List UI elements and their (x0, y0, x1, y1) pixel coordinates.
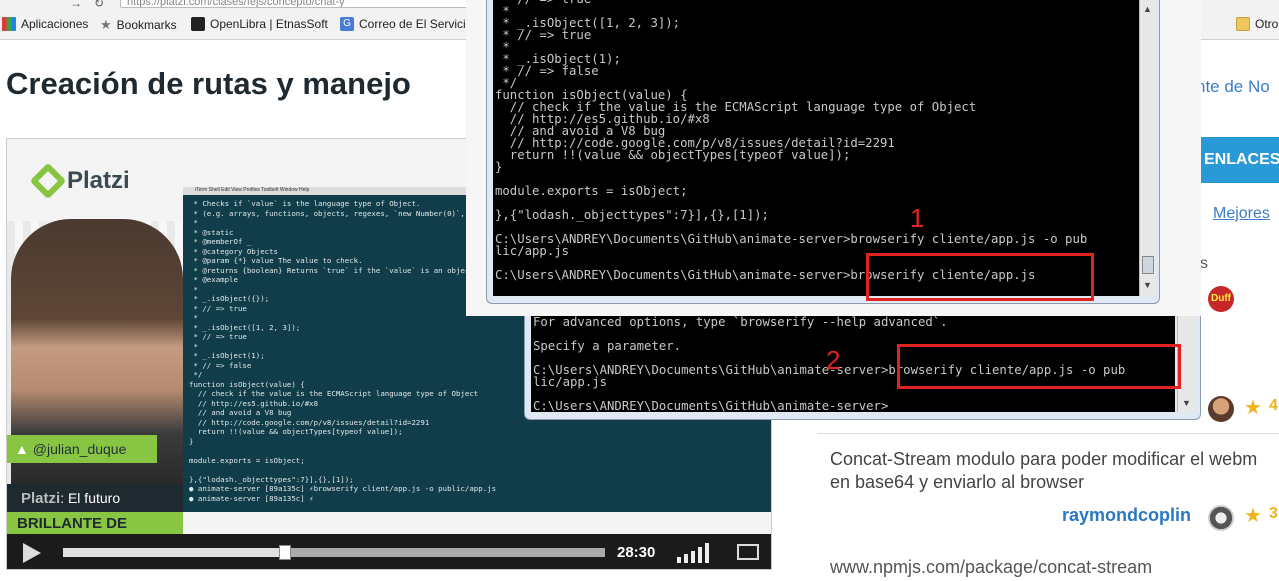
caption-subtitle: BRILLANTE DE NODE.JS (7, 512, 183, 549)
scroll-up-icon[interactable]: ▲ (1143, 4, 1152, 14)
scrollbar[interactable]: ▲ ▼ (1139, 0, 1156, 296)
seek-bar-fill (63, 548, 286, 557)
bookmark-openlibra[interactable]: OpenLibra | EtnasSoft (191, 17, 328, 31)
caption-text: : El futuro (60, 490, 121, 506)
console-output[interactable]: * // => true * * _.isObject([1, 2, 3]); … (493, 0, 1139, 296)
scroll-down-icon[interactable]: ▼ (1182, 398, 1191, 408)
platzi-logo-icon (29, 162, 67, 200)
apps-icon (2, 17, 16, 31)
folder-icon (1236, 17, 1250, 31)
star-count: 3 (1269, 505, 1278, 522)
video-controls: 28:30 (7, 534, 771, 569)
openlibra-icon (191, 17, 205, 31)
link-title[interactable]: Concat-Stream modulo para poder modifica… (830, 448, 1270, 494)
fullscreen-icon[interactable] (737, 544, 759, 560)
annotation-box (897, 344, 1181, 389)
partial-text: s (1200, 255, 1208, 272)
star-icon: ★ (1244, 505, 1262, 527)
seek-bar[interactable] (63, 545, 605, 560)
star-icon: ★ (100, 17, 112, 32)
mail-icon: G (340, 17, 354, 31)
user-avatar[interactable] (1208, 505, 1234, 531)
console-text: * // => true * * _.isObject([1, 2, 3]); … (495, 0, 1088, 282)
bookmark-bookmarks[interactable]: ★ Bookmarks (100, 17, 177, 33)
video-caption: Platzi: El futuro BRILLANTE DE NODE.JS (7, 484, 183, 549)
annotation-number: 2 (826, 345, 841, 375)
author-name[interactable]: raymondcoplin (1062, 505, 1191, 526)
url-input[interactable]: https://platzi.com/clases/fejs/concepto/… (120, 0, 480, 8)
page-title: Creación de rutas y manejo (6, 66, 411, 101)
divider (817, 433, 1279, 434)
next-class-link[interactable]: nte de No (1196, 77, 1270, 97)
platzi-logo: Platzi (29, 162, 130, 200)
twitter-icon: ▲ (15, 441, 29, 457)
volume-icon[interactable] (677, 543, 713, 563)
twitter-handle: ▲ @julian_duque (7, 435, 157, 463)
bookmark-correo[interactable]: G Correo de El Servici... (340, 17, 476, 31)
star-icon: ★ (1244, 397, 1262, 419)
user-avatar[interactable] (1208, 396, 1234, 422)
caption-brand: Platzi (21, 490, 61, 507)
bookmark-otros[interactable]: Otro (1236, 17, 1278, 31)
bookmark-apps[interactable]: Aplicaciones (2, 17, 88, 31)
scroll-down-icon[interactable]: ▼ (1143, 280, 1152, 290)
reload-icon[interactable]: ↻ (94, 0, 104, 10)
seek-handle[interactable] (279, 545, 292, 560)
forward-icon[interactable]: → (70, 0, 82, 10)
play-icon[interactable] (23, 543, 41, 563)
mejores-link[interactable]: Mejores (1213, 205, 1270, 223)
enlaces-tab[interactable]: ENLACES (1198, 137, 1279, 183)
annotation-box (866, 253, 1094, 301)
user-avatar[interactable]: Duff (1208, 286, 1234, 312)
npm-link[interactable]: www.npmjs.com/package/concat-stream (830, 557, 1152, 578)
video-time: 28:30 (617, 544, 656, 561)
star-count: 4 (1269, 397, 1278, 414)
scroll-thumb[interactable] (1142, 256, 1154, 274)
annotation-number: 1 (910, 203, 925, 233)
